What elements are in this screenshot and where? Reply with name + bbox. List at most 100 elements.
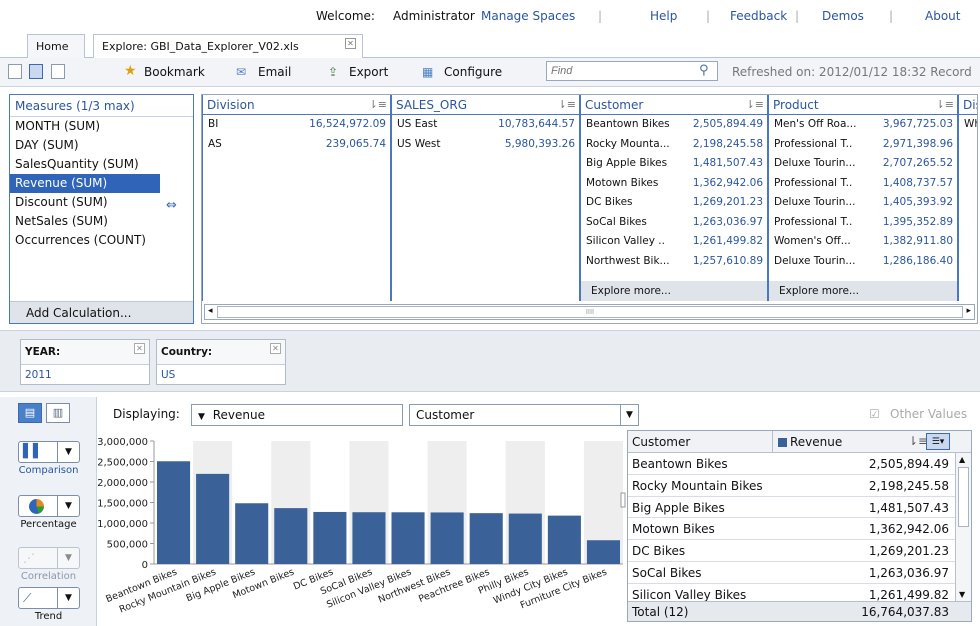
dimension-row[interactable]: Men's Off Roa... 3,967,725.03	[769, 115, 957, 135]
measure-dropdown[interactable]: ▼ Revenue	[191, 404, 403, 426]
dimension-header[interactable]: Dis	[959, 95, 977, 115]
bar[interactable]	[391, 512, 425, 564]
bar[interactable]	[274, 508, 308, 564]
dimension-header[interactable]: Division ⇂≡	[203, 95, 390, 115]
dimension-row[interactable]: BI 16,524,972.09	[203, 115, 390, 135]
explore-more-link[interactable]: Explore more...	[581, 281, 767, 301]
bar[interactable]	[469, 513, 503, 564]
measure-item[interactable]: Occurrences (COUNT)	[10, 231, 193, 250]
scroll-up-icon[interactable]: ▲	[959, 455, 965, 464]
bar[interactable]	[313, 511, 347, 564]
bar[interactable]	[508, 513, 542, 564]
dimension-row[interactable]: Northwest Bik... 1,257,610.89	[581, 252, 767, 272]
add-calculation-button[interactable]: Add Calculation...	[10, 301, 193, 323]
close-tab-icon[interactable]: ✕	[345, 38, 356, 49]
feedback-link[interactable]: Feedback	[730, 9, 787, 23]
bar[interactable]	[430, 512, 464, 564]
dimension-row[interactable]: US East 10,783,644.57	[392, 115, 579, 135]
measure-item-selected[interactable]: Revenue (SUM)	[10, 174, 160, 193]
scroll-thumb[interactable]: IIII	[217, 306, 963, 318]
table-view-icon[interactable]: ▥	[46, 403, 70, 423]
dimension-row[interactable]: SoCal Bikes 1,263,036.97	[581, 213, 767, 233]
view-compact-icon[interactable]	[8, 64, 22, 79]
scroll-left-icon[interactable]: ◂	[208, 306, 213, 316]
table-row[interactable]: DC Bikes 1,269,201.23	[628, 540, 971, 562]
explore-more-link[interactable]: Explore more...	[769, 281, 957, 301]
vertical-scrollbar[interactable]: ▲ ▼	[955, 453, 971, 601]
sort-icon[interactable]: ⇂≡	[936, 98, 954, 111]
horizontal-scrollbar[interactable]: ◂ IIII ▸	[204, 304, 975, 320]
sort-icon[interactable]: ⇂≡	[558, 98, 576, 111]
percentage-button[interactable]: ▼	[18, 495, 80, 517]
filter-card-country[interactable]: Country: ✕ US	[156, 339, 286, 385]
measure-item[interactable]: MONTH (SUM)	[10, 117, 193, 136]
chevron-down-icon[interactable]: ▼	[57, 548, 79, 568]
dimension-header[interactable]: SALES_ORG ⇂≡	[392, 95, 579, 115]
scroll-right-icon[interactable]: ▸	[966, 306, 971, 316]
remove-filter-icon[interactable]: ✕	[270, 343, 281, 354]
dimension-row[interactable]: Professional T.. 1,408,737.57	[769, 174, 957, 194]
dimension-row[interactable]: Big Apple Bikes 1,481,507.43	[581, 154, 767, 174]
drag-handle-icon[interactable]: ⇔	[166, 198, 177, 213]
remove-filter-icon[interactable]: ✕	[134, 343, 145, 354]
export-button[interactable]: Export	[349, 65, 388, 79]
dimension-row[interactable]: Professional T.. 1,395,352.89	[769, 213, 957, 233]
manage-spaces-link[interactable]: Manage Spaces	[481, 9, 575, 23]
bookmark-button[interactable]: Bookmark	[144, 65, 205, 79]
dimension-row[interactable]: Deluxe Tourin... 1,405,393.92	[769, 193, 957, 213]
dimension-row[interactable]: Motown Bikes 1,362,942.06	[581, 174, 767, 194]
chevron-down-icon[interactable]: ▼	[620, 405, 638, 425]
scroll-down-icon[interactable]: ▼	[959, 590, 965, 599]
chart-view-icon[interactable]: ▤	[18, 403, 42, 423]
sort-icon[interactable]: ⇂≡	[746, 98, 764, 111]
chevron-down-icon[interactable]: ▼	[57, 588, 79, 608]
dimension-row[interactable]: US West 5,980,393.26	[392, 135, 579, 155]
dimension-row[interactable]: Deluxe Tourin... 2,707,265.52	[769, 154, 957, 174]
table-row[interactable]: Motown Bikes 1,362,942.06	[628, 518, 971, 541]
demos-link[interactable]: Demos	[822, 9, 864, 23]
trend-button[interactable]: ⟋ ▼	[18, 587, 80, 609]
dimension-row[interactable]: Wh	[959, 115, 977, 135]
dimension-row[interactable]: Deluxe Tourin... 1,286,186.40	[769, 252, 957, 272]
dimension-row[interactable]: Professional T.. 2,971,398.96	[769, 135, 957, 155]
about-link[interactable]: About	[925, 9, 960, 23]
dimension-header[interactable]: Customer ⇂≡	[581, 95, 767, 115]
column-header-customer[interactable]: Customer	[632, 435, 690, 449]
bar[interactable]	[352, 512, 386, 564]
filter-value[interactable]: US	[157, 364, 285, 384]
other-values-checkbox[interactable]: ☑	[869, 407, 880, 421]
dimension-row[interactable]: AS 239,065.74	[203, 135, 390, 155]
sort-icon[interactable]: ⇂≡	[369, 98, 387, 111]
bar[interactable]	[547, 515, 581, 564]
measure-item[interactable]: SalesQuantity (SUM)	[10, 155, 193, 174]
view-chart-icon[interactable]	[51, 64, 65, 79]
email-button[interactable]: Email	[258, 65, 291, 79]
tab-home[interactable]: Home	[27, 34, 85, 58]
measure-item[interactable]: NetSales (SUM)	[10, 212, 193, 231]
chevron-down-icon[interactable]: ▼	[57, 496, 79, 516]
table-row[interactable]: Beantown Bikes 2,505,894.49	[628, 453, 971, 475]
table-row[interactable]: Rocky Mountain Bikes 2,198,245.58	[628, 475, 971, 497]
dimension-row[interactable]: Rocky Mounta... 2,198,245.58	[581, 135, 767, 155]
scroll-thumb[interactable]	[958, 467, 969, 527]
dimension-row[interactable]: Silicon Valley .. 1,261,499.82	[581, 232, 767, 252]
column-header-revenue[interactable]: Revenue	[790, 435, 842, 449]
configure-button[interactable]: Configure	[444, 65, 502, 79]
tab-explore[interactable]: Explore: GBI_Data_Explorer_V02.xls ✕	[93, 34, 363, 58]
dimension-dropdown[interactable]: Customer ▼	[409, 404, 639, 426]
dimension-row[interactable]: Beantown Bikes 2,505,894.49	[581, 115, 767, 135]
filter-card-year[interactable]: YEAR: ✕ 2011	[20, 339, 150, 385]
dimension-row[interactable]: Women's Off... 1,382,911.80	[769, 232, 957, 252]
table-row[interactable]: SoCal Bikes 1,263,036.97	[628, 562, 971, 584]
help-link[interactable]: Help	[650, 9, 677, 23]
table-row[interactable]: Big Apple Bikes 1,481,507.43	[628, 497, 971, 519]
splitter-handle[interactable]	[620, 492, 626, 508]
measure-item[interactable]: DAY (SUM)	[10, 136, 193, 155]
view-split-icon[interactable]	[29, 64, 43, 79]
dimension-row[interactable]: DC Bikes 1,269,201.23	[581, 193, 767, 213]
bar[interactable]	[196, 473, 230, 564]
table-options-icon[interactable]: ☰▾	[926, 433, 950, 450]
bar[interactable]	[157, 461, 191, 564]
dimension-header[interactable]: Product ⇂≡	[769, 95, 957, 115]
comparison-button[interactable]: ▌▌ ▼	[18, 441, 80, 463]
